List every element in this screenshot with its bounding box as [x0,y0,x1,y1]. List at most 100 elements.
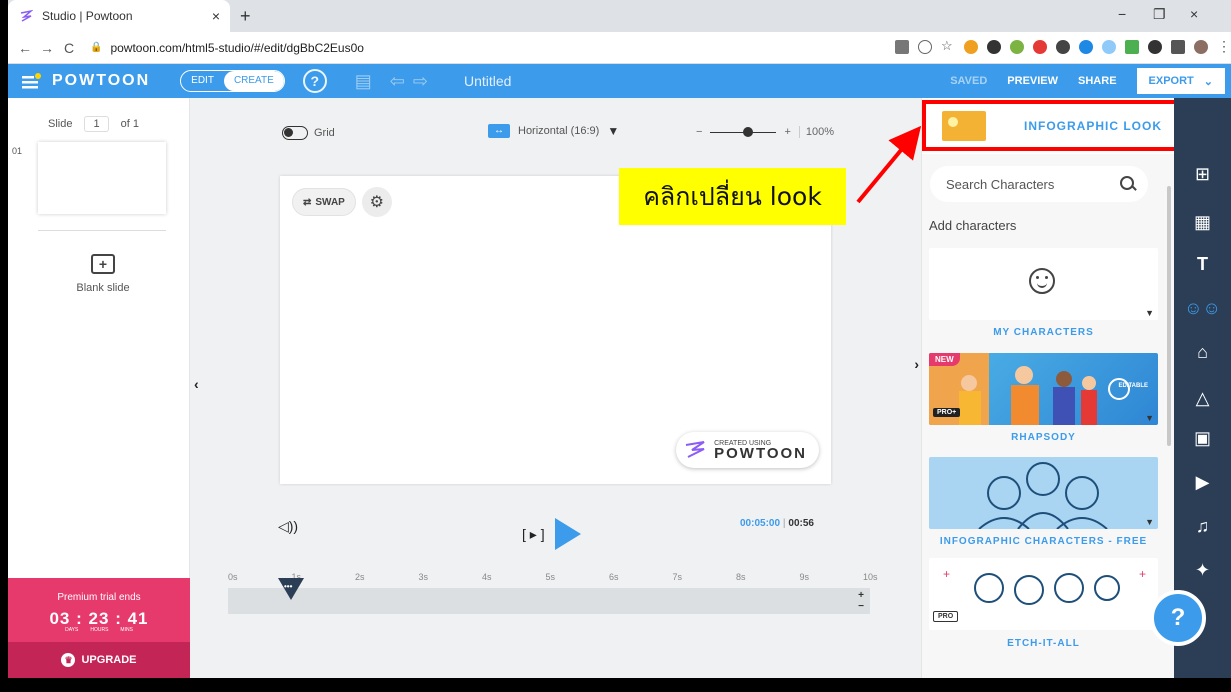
search-icon[interactable] [1120,176,1136,192]
ruler-tick: 4s [482,572,492,582]
mode-switch: EDIT CREATE [180,70,285,92]
text-icon[interactable]: T [1174,254,1231,275]
maximize-button[interactable]: ❐ [1153,6,1166,23]
zoom-out-button[interactable]: − [696,126,702,138]
library-scrollbar[interactable] [1167,186,1171,446]
etch-illustration: + + [943,567,1146,605]
extension-red-icon[interactable] [1033,39,1047,54]
tab-close-icon[interactable]: × [212,8,220,24]
timeline-track[interactable]: ••• + − [228,578,870,614]
volume-icon[interactable]: ◁)) [278,518,298,535]
extension-r-icon[interactable] [1148,39,1162,54]
images-icon[interactable]: ▣ [1174,428,1231,449]
profile-avatar[interactable] [1194,39,1208,54]
project-title[interactable]: Untitled [464,73,511,89]
timer-labels: DAYS HOURS MINS [8,627,190,633]
forward-button[interactable]: → [36,40,58,56]
slide-index: 01 [12,146,23,156]
zoom-slider[interactable] [710,126,777,137]
extension-circle-icon[interactable] [1056,39,1070,54]
url-field[interactable]: 🔒 powtoon.com/html5-studio/#/edit/dgBbC2… [90,41,364,55]
minimize-button[interactable]: − [1118,6,1126,22]
timeline-zoom-out[interactable]: − [858,601,864,612]
rhapsody-card[interactable]: NEW PRO+ EDITABLE ▼ [929,353,1158,425]
redo-icon[interactable]: ⇨ [413,71,428,92]
hamburger-menu-icon[interactable] [22,73,42,89]
trial-timer: 03 : 23 : 41 [8,609,190,629]
browser-tab[interactable]: Studio | Powtoon × [8,0,230,32]
reload-button[interactable]: C [58,40,80,56]
props-icon[interactable]: ⌂ [1174,342,1231,363]
extension-cloud-icon[interactable] [1102,39,1116,54]
browser-menu-icon[interactable]: ⋮ [1217,38,1231,55]
zoom-knob[interactable] [743,126,754,137]
search-characters-input[interactable]: Search Characters [930,166,1148,202]
library-panel: INFOGRAPHIC LOOK Search Characters Add c… [921,98,1174,678]
window-close-button[interactable]: × [1190,6,1198,22]
shapes-icon[interactable]: △ [1174,388,1231,409]
export-label: EXPORT [1148,75,1194,87]
backgrounds-icon[interactable]: ▦ [1174,212,1231,233]
look-thumbnail [942,111,986,141]
swap-button[interactable]: ⇄ SWAP [292,188,356,216]
my-characters-card[interactable]: ▼ [929,248,1158,320]
days-label: DAYS [65,627,79,633]
app-header: POWTOON EDIT CREATE ? ▤ ⇦ ⇨ Untitled SAV… [8,64,1231,98]
help-icon[interactable]: ? [302,69,327,93]
chevron-down-icon: ⌄ [1203,75,1213,88]
browser-tab-bar: Studio | Powtoon × + − ❐ × [8,0,1231,32]
etch-it-all-card[interactable]: + + PRO [929,558,1158,630]
notes-icon[interactable]: ▤ [355,71,372,92]
toggle-switch [282,126,308,140]
share-button[interactable]: SHARE [1078,75,1117,87]
slide-number-input[interactable]: 1 [84,116,109,132]
translate-icon[interactable] [895,39,909,54]
powtoon-logo[interactable]: POWTOON [22,72,150,90]
undo-icon[interactable]: ⇦ [390,71,405,92]
sound-icon[interactable]: ♫ [1174,516,1231,537]
bookmark-star-icon[interactable]: ☆ [941,39,955,54]
back-button[interactable]: ← [14,40,36,56]
timeline-zoom-in[interactable]: + [858,590,864,601]
play-scene-icon[interactable]: [ ▸ ] [522,526,545,543]
chevron-down-icon[interactable]: ▼ [1145,413,1154,423]
collapse-right-icon[interactable]: › [914,356,919,372]
extension-green-icon[interactable] [1010,39,1024,54]
extension-s-icon[interactable] [987,39,1001,54]
infographic-illustration [978,462,1108,529]
help-button[interactable]: ? [1150,590,1206,646]
characters-icon[interactable]: ☺☺ [1174,298,1231,319]
zoom-icon[interactable] [918,39,932,54]
specials-icon[interactable]: ✦ [1174,560,1231,581]
upgrade-button[interactable]: ♛ UPGRADE [8,642,190,678]
new-tab-button[interactable]: + [240,6,251,27]
play-icon[interactable] [554,518,581,550]
layouts-icon[interactable]: ⊞ [1174,164,1231,185]
video-icon[interactable]: ▶ [1174,472,1231,493]
gear-icon[interactable]: ⚙ [361,187,392,217]
slide-thumbnail[interactable] [38,142,166,214]
extensions-puzzle-icon[interactable] [1171,39,1185,54]
extension-blue-icon[interactable] [1079,39,1093,54]
pro-badge: PRO [933,611,959,622]
extension-n-icon[interactable] [1125,39,1139,54]
chevron-down-icon[interactable]: ▼ [1145,308,1154,318]
edit-mode-button[interactable]: EDIT [181,71,224,91]
export-button[interactable]: EXPORT ⌄ [1136,68,1225,94]
create-mode-button[interactable]: CREATE [223,71,284,91]
timeline-ruler: 0s 1s 2s 3s 4s 5s 6s 7s 8s 9s 10s [228,572,878,586]
infographic-characters-card[interactable]: ▼ [929,457,1158,529]
preview-button[interactable]: PREVIEW [1007,75,1058,87]
blank-slide-button[interactable]: + Blank slide [48,254,158,294]
look-selector[interactable]: INFOGRAPHIC LOOK [922,98,1174,154]
divider [38,230,166,231]
chevron-down-icon[interactable]: ▼ [1145,517,1154,527]
svg-text:+: + [943,567,950,581]
logo-text: POWTOON [52,72,151,89]
orientation-select[interactable]: ↔ Horizontal (16:9) ▼ [488,124,619,138]
current-time: 00:05:00 [740,518,781,529]
extension-hand-icon[interactable] [964,39,978,54]
collapse-left-icon[interactable]: ‹ [194,376,199,392]
zoom-in-button[interactable]: + [784,126,790,138]
grid-toggle[interactable]: Grid [282,126,335,140]
